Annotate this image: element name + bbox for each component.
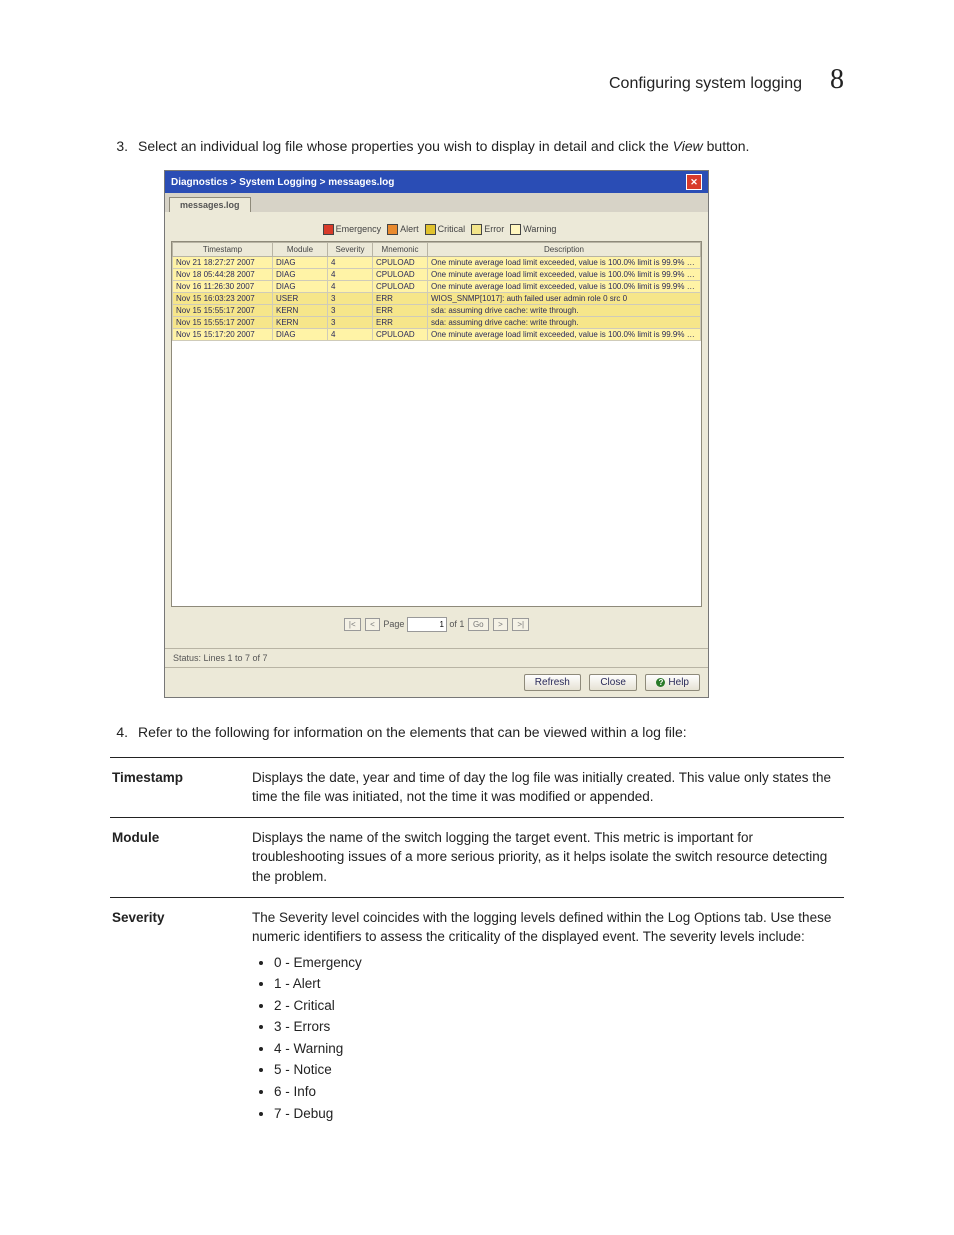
log-viewer-window: Diagnostics > System Logging > messages.… [164, 170, 709, 698]
legend-swatch [323, 224, 334, 235]
table-row[interactable]: Nov 15 15:55:17 2007KERN3ERRsda: assumin… [173, 317, 701, 329]
page-input[interactable] [407, 617, 447, 632]
column-header[interactable]: Description [428, 243, 701, 257]
def-term: Timestamp [110, 757, 252, 817]
last-page-button[interactable]: >| [512, 618, 529, 631]
legend-swatch [471, 224, 482, 235]
legend-label: Emergency [336, 224, 382, 234]
legend-label: Alert [400, 224, 419, 234]
step-number: 4. [110, 722, 128, 742]
def-row-module: Module Displays the name of the switch l… [110, 817, 844, 897]
refresh-button[interactable]: Refresh [524, 674, 581, 691]
legend-swatch [387, 224, 398, 235]
list-item: 0 - Emergency [274, 953, 844, 973]
list-item: 2 - Critical [274, 996, 844, 1016]
tab-row: messages.log [165, 193, 708, 212]
legend-swatch [425, 224, 436, 235]
view-button-reference: View [673, 138, 703, 154]
help-icon: ? [656, 678, 665, 687]
column-header[interactable]: Mnemonic [373, 243, 428, 257]
list-item: 7 - Debug [274, 1104, 844, 1124]
column-header[interactable]: Timestamp [173, 243, 273, 257]
def-row-severity: Severity The Severity level coincides wi… [110, 897, 844, 1135]
first-page-button[interactable]: |< [344, 618, 361, 631]
page-header: Configuring system logging 8 [110, 64, 844, 96]
column-header[interactable]: Severity [328, 243, 373, 257]
window-titlebar[interactable]: Diagnostics > System Logging > messages.… [165, 171, 708, 193]
help-button[interactable]: ?Help [645, 674, 700, 691]
step-number: 3. [110, 136, 128, 156]
list-item: 4 - Warning [274, 1039, 844, 1059]
table-row[interactable]: Nov 21 18:27:27 2007DIAG4CPULOADOne minu… [173, 257, 701, 269]
table-row[interactable]: Nov 16 11:26:30 2007DIAG4CPULOADOne minu… [173, 281, 701, 293]
def-row-timestamp: Timestamp Displays the date, year and ti… [110, 757, 844, 817]
legend-swatch [510, 224, 521, 235]
def-text: Displays the name of the switch logging … [252, 817, 844, 897]
def-term: Severity [110, 897, 252, 1135]
def-text: The Severity level coincides with the lo… [252, 897, 844, 1135]
list-item: 1 - Alert [274, 974, 844, 994]
header-title: Configuring system logging [609, 75, 802, 93]
step-3: 3. Select an individual log file whose p… [110, 136, 844, 156]
close-icon[interactable]: ✕ [686, 174, 702, 190]
definitions-table: Timestamp Displays the date, year and ti… [110, 757, 844, 1135]
table-row[interactable]: Nov 18 05:44:28 2007DIAG4CPULOADOne minu… [173, 269, 701, 281]
chapter-number: 8 [830, 64, 844, 96]
page-label: Page [383, 619, 404, 629]
log-table-frame: TimestampModuleSeverityMnemonicDescripti… [171, 241, 702, 607]
status-bar: Status: Lines 1 to 7 of 7 [165, 648, 708, 667]
log-table: TimestampModuleSeverityMnemonicDescripti… [172, 242, 701, 341]
def-term: Module [110, 817, 252, 897]
page-of-text: of 1 [449, 619, 464, 629]
column-header[interactable]: Module [273, 243, 328, 257]
list-item: 5 - Notice [274, 1060, 844, 1080]
prev-page-button[interactable]: < [365, 618, 380, 631]
tab-messages-log[interactable]: messages.log [169, 197, 251, 212]
legend-label: Error [484, 224, 504, 234]
window-footer: Refresh Close ?Help [165, 667, 708, 697]
table-row[interactable]: Nov 15 15:55:17 2007KERN3ERRsda: assumin… [173, 305, 701, 317]
severity-levels-list: 0 - Emergency1 - Alert2 - Critical3 - Er… [252, 953, 844, 1124]
legend-label: Critical [438, 224, 466, 234]
table-row[interactable]: Nov 15 16:03:23 2007USER3ERRWIOS_SNMP[10… [173, 293, 701, 305]
step-4: 4. Refer to the following for informatio… [110, 722, 844, 742]
step-text: Select an individual log file whose prop… [138, 136, 844, 156]
list-item: 6 - Info [274, 1082, 844, 1102]
table-row[interactable]: Nov 15 15:17:20 2007DIAG4CPULOADOne minu… [173, 329, 701, 341]
breadcrumb: Diagnostics > System Logging > messages.… [171, 177, 394, 188]
legend-label: Warning [523, 224, 556, 234]
go-button[interactable]: Go [468, 618, 489, 631]
list-item: 3 - Errors [274, 1017, 844, 1037]
severity-legend: Emergency Alert Critical Error Warning [171, 218, 702, 241]
step-text: Refer to the following for information o… [138, 722, 844, 742]
close-button[interactable]: Close [589, 674, 637, 691]
def-text: Displays the date, year and time of day … [252, 757, 844, 817]
next-page-button[interactable]: > [493, 618, 508, 631]
pager: |< < Page of 1 Go > >| [171, 607, 702, 642]
